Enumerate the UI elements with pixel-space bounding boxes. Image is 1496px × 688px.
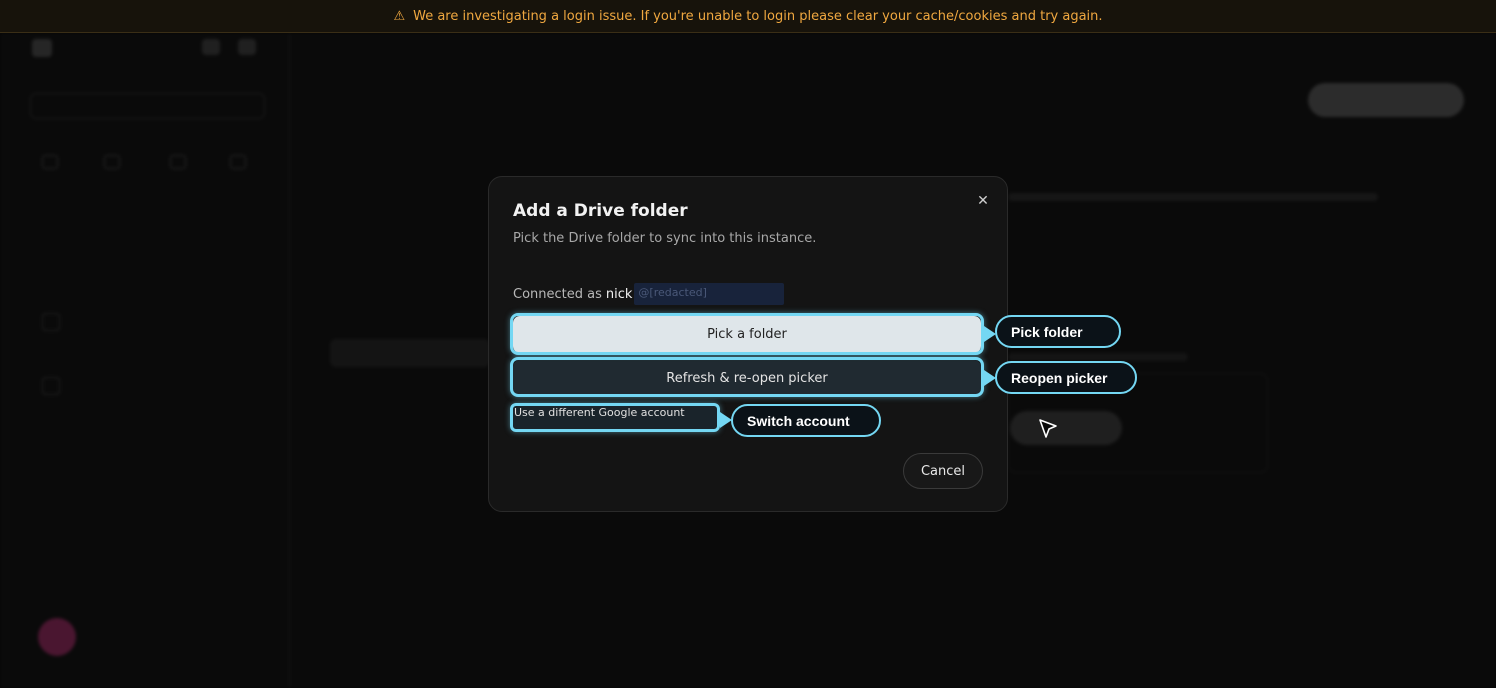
sidebar-new-button [30,93,265,119]
sidebar [0,33,290,688]
sidebar-quick-action [92,155,132,191]
annotation-pick-folder: Pick folder [995,315,1121,348]
page-text-placeholder [1008,353,1188,361]
redacted-email: @[redacted] [634,283,785,305]
pick-folder-button[interactable]: Pick a folder [513,316,981,353]
sidebar-quick-action [218,155,258,191]
sidebar-item [36,369,254,403]
settings-nav-item [330,101,490,129]
settings-nav-item [330,243,490,271]
annotation-pointer [984,326,996,342]
sidebar-item [36,305,254,339]
switch-account-button[interactable]: Use a different Google account [513,404,717,429]
close-icon[interactable]: ✕ [975,193,991,209]
annotation-switch-account: Switch account [731,404,881,437]
sidebar-quick-action [158,155,198,191]
add-drive-folder-dialog: ✕ Add a Drive folder Pick the Drive fold… [488,176,1008,512]
dialog-title: Add a Drive folder [513,201,688,221]
settings-nav [318,33,490,688]
banner-text: We are investigating a login issue. If y… [413,8,1103,24]
connected-user: nick [605,286,633,302]
warning-icon: ⚠ [393,8,406,24]
connected-account: Connected as nick @[redacted] [513,283,785,305]
page-text-placeholder [1008,193,1378,201]
avatar [38,618,76,656]
warning-banner: ⚠ We are investigating a login issue. If… [0,0,1496,33]
connected-label: Connected as [513,286,602,302]
dialog-description: Pick the Drive folder to sync into this … [513,231,817,246]
annotation-pointer [984,370,996,386]
annotation-reopen-picker: Reopen picker [995,361,1137,394]
screen: ⚠ We are investigating a login issue. If… [0,0,1496,688]
logo-icon [32,39,52,57]
annotation-pointer [720,412,732,428]
settings-nav-item [330,291,490,319]
settings-nav-item [330,147,490,175]
refresh-picker-button[interactable]: Refresh & re-open picker [513,360,981,396]
sidebar-tool-icon [202,39,220,55]
settings-nav-item-selected [330,339,490,367]
page-primary-button [1308,83,1464,117]
sidebar-quick-action [30,155,70,191]
sidebar-tool-icon [238,39,256,55]
settings-nav-item [330,195,490,223]
page-button [1010,411,1122,445]
mouse-cursor-icon [1039,419,1057,438]
cancel-button[interactable]: Cancel [903,453,983,489]
